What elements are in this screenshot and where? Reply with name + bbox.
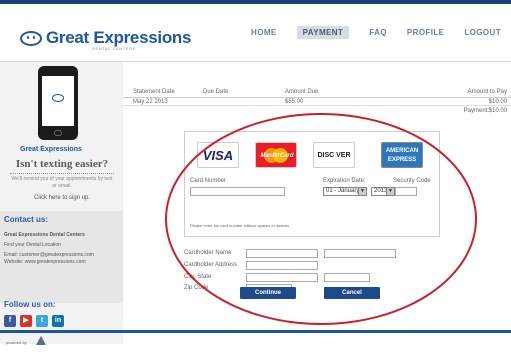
twitter-icon[interactable]: t	[36, 315, 48, 327]
main-nav: HOME PAYMENT FAQ PROFILE LOGOUT	[241, 26, 511, 39]
continue-button[interactable]: Continue	[240, 287, 296, 299]
powered-by-text: powered by	[6, 340, 27, 345]
linkedin-icon[interactable]: in	[52, 315, 64, 327]
chevron-down-icon[interactable]: ▼	[358, 188, 366, 195]
row-amount-due: $55.00	[285, 99, 304, 105]
expiration-year-select[interactable]: 2013 ▼	[371, 187, 395, 196]
nav-payment[interactable]: PAYMENT	[296, 26, 350, 39]
header: Great Expressions DENTAL CENTERS HOME PA…	[0, 4, 511, 62]
city-state-label: City, State	[184, 274, 212, 280]
expiration-month-select[interactable]: 01 - January ▼	[323, 187, 367, 196]
cardholder-last-name-input[interactable]	[324, 249, 396, 258]
state-input[interactable]	[324, 273, 370, 282]
contact-title: Contact us:	[4, 215, 48, 224]
row-amount-to-pay[interactable]: $10.00	[489, 99, 507, 105]
security-code-input[interactable]	[395, 187, 417, 196]
brand-subtitle: DENTAL CENTERS	[92, 46, 136, 51]
card-number-hint: Please enter the card number without spa…	[190, 223, 291, 228]
divider	[10, 173, 114, 174]
visa-icon[interactable]: VISA	[197, 142, 239, 168]
payment-total: Payment: $10.00	[123, 107, 511, 115]
youtube-icon[interactable]: ▶	[20, 315, 32, 327]
triangle-logo-icon	[36, 336, 46, 345]
nav-faq[interactable]: FAQ	[369, 28, 387, 39]
sidebar-text: We'll remind you of your appointments by…	[11, 176, 113, 189]
contact-section: Contact us: Great Expressions Dental Cen…	[0, 211, 123, 303]
facebook-icon[interactable]: f	[4, 315, 16, 327]
card-details-panel: VISA MasterCard DISC VER AMERICAN EXPRES…	[184, 131, 440, 237]
contact-email[interactable]: Email: customer@greatexpressions.com	[4, 252, 94, 258]
sidebar-logo: Great Expressions	[20, 146, 82, 153]
contact-website[interactable]: Website: www.greatexpressions.com	[4, 259, 86, 265]
col-amount-due: Amount Due	[285, 89, 319, 95]
city-input[interactable]	[246, 273, 318, 282]
phone-image	[38, 66, 78, 140]
amex-icon[interactable]: AMERICAN EXPRESS	[381, 142, 423, 168]
row-statement-date: May 22 2013	[133, 99, 168, 105]
col-amount-to-pay: Amount to Pay	[467, 89, 507, 95]
payment-label: Payment:	[463, 108, 489, 114]
expiration-label: Expiration Date:	[323, 178, 366, 184]
col-statement-date: Statement Date	[133, 89, 175, 95]
cancel-button[interactable]: Cancel	[324, 287, 380, 299]
cardholder-address-input[interactable]	[246, 261, 318, 270]
statement-table-header: Statement Date Due Date Amount Due Amoun…	[123, 88, 511, 98]
smile-icon	[52, 94, 64, 102]
table-row: May 22 2013 $55.00 $10.00	[123, 98, 511, 106]
payment-value: $10.00	[488, 108, 507, 114]
cardholder-name-label: Cardholder Name	[184, 250, 232, 256]
follow-title: Follow us on:	[4, 300, 56, 309]
nav-logout[interactable]: LOGOUT	[464, 28, 501, 39]
chevron-down-icon[interactable]: ▼	[386, 188, 394, 195]
discover-icon[interactable]: DISC VER	[313, 142, 355, 168]
month-value: 01 - January	[326, 188, 360, 194]
brand-name: Great Expressions	[46, 28, 192, 47]
brand-logo[interactable]: Great Expressions DENTAL CENTERS	[20, 26, 192, 51]
contact-name: Great Expressions Dental Centers	[4, 232, 85, 238]
card-number-input[interactable]	[190, 187, 285, 196]
col-due-date: Due Date	[203, 89, 229, 95]
card-number-label: Card Number	[190, 178, 227, 184]
zip-code-label: Zip Code	[184, 285, 209, 291]
mastercard-icon[interactable]: MasterCard	[255, 142, 297, 168]
security-code-label: Security Code	[393, 178, 431, 184]
sidebar-heading: Isn't texting easier?	[15, 158, 109, 170]
nav-home[interactable]: HOME	[251, 28, 277, 39]
footer: powered by	[0, 330, 511, 354]
nav-profile[interactable]: PROFILE	[407, 28, 444, 39]
cardholder-address-label: Cardholder Address	[184, 262, 238, 268]
cardholder-first-name-input[interactable]	[246, 249, 318, 258]
sidebar: Great Expressions Isn't texting easier? …	[0, 62, 123, 344]
location-link[interactable]: Find your Dental Location	[4, 242, 61, 248]
smile-icon	[20, 30, 42, 46]
signup-link[interactable]: Click here to sign up.	[10, 195, 114, 201]
